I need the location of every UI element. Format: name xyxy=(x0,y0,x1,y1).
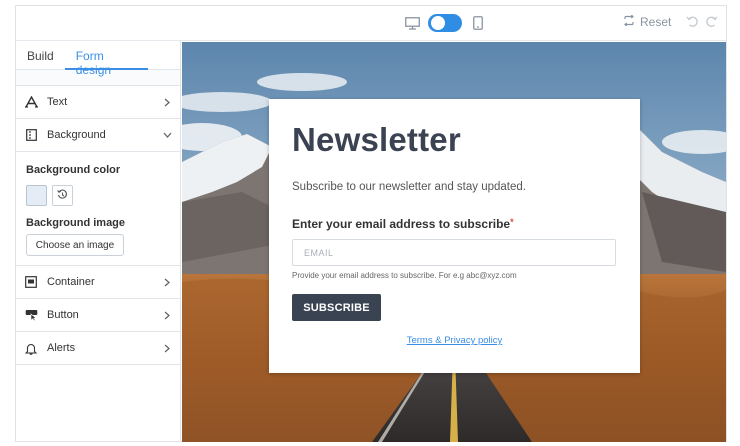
device-switcher xyxy=(404,12,486,34)
chevron-down-icon xyxy=(162,130,172,140)
chevron-right-icon xyxy=(162,343,172,353)
undo-redo-group xyxy=(686,15,718,33)
background-settings-panel: Background color Background image Choose… xyxy=(16,152,180,266)
mobile-icon[interactable] xyxy=(470,15,486,31)
terms-row: Terms & Privacy policy xyxy=(292,335,617,346)
subscribe-button[interactable]: SUBSCRIBE xyxy=(292,294,381,321)
choose-image-button[interactable]: Choose an image xyxy=(26,234,124,256)
sidebar-item-label: Button xyxy=(47,309,79,321)
redo-icon[interactable] xyxy=(705,15,718,33)
form-title: Newsletter xyxy=(292,121,461,158)
email-field-label: Enter your email address to subscribe* xyxy=(292,217,617,231)
chevron-right-icon xyxy=(162,277,172,287)
chevron-right-icon xyxy=(162,97,172,107)
tab-form-design[interactable]: Form design xyxy=(64,41,148,77)
undo-icon[interactable] xyxy=(686,15,699,33)
container-icon xyxy=(24,275,38,289)
background-image-heading: Background image xyxy=(26,217,126,229)
reset-button[interactable]: Reset xyxy=(623,14,672,29)
sidebar-item-text[interactable]: Text xyxy=(16,86,180,119)
settings-sidebar: Build Form design Text Background Backgr… xyxy=(16,41,181,441)
reset-label: Reset xyxy=(640,15,672,29)
color-history-button[interactable] xyxy=(52,185,73,206)
builder-window: Reset Build Form design Text Background … xyxy=(15,5,727,442)
toggle-knob xyxy=(431,16,445,30)
sidebar-item-button[interactable]: Button xyxy=(16,299,180,332)
terms-privacy-link[interactable]: Terms & Privacy policy xyxy=(407,335,503,346)
background-color-row xyxy=(26,185,170,206)
history-icon xyxy=(57,187,68,205)
bell-icon xyxy=(24,341,38,355)
email-hint: Provide your email address to subscribe.… xyxy=(292,271,517,280)
sidebar-item-label: Background xyxy=(47,129,106,141)
top-toolbar: Reset xyxy=(16,6,726,41)
sidebar-item-label: Alerts xyxy=(47,342,76,354)
background-icon xyxy=(24,128,38,142)
reset-icon xyxy=(623,14,635,29)
sidebar-item-label: Container xyxy=(47,276,95,288)
background-color-swatch[interactable] xyxy=(26,185,47,206)
sidebar-item-label: Text xyxy=(47,96,68,108)
text-icon xyxy=(24,95,38,109)
required-mark: * xyxy=(510,217,514,227)
email-input[interactable] xyxy=(292,239,616,266)
sidebar-item-container[interactable]: Container xyxy=(16,266,180,299)
preview-canvas: Newsletter Subscribe to our newsletter a… xyxy=(182,42,726,442)
background-color-heading: Background color xyxy=(26,164,121,176)
chevron-right-icon xyxy=(162,310,172,320)
email-field-label-text: Enter your email address to subscribe xyxy=(292,217,511,231)
form-subtitle: Subscribe to our newsletter and stay upd… xyxy=(292,181,526,193)
tab-build[interactable]: Build xyxy=(16,41,65,70)
button-icon xyxy=(24,308,38,322)
sidebar-item-background[interactable]: Background xyxy=(16,119,180,152)
desktop-icon[interactable] xyxy=(404,15,420,31)
newsletter-form-card: Newsletter Subscribe to our newsletter a… xyxy=(269,99,640,373)
view-toggle[interactable] xyxy=(428,14,462,32)
sidebar-item-alerts[interactable]: Alerts xyxy=(16,332,180,365)
sidebar-tabs: Build Form design xyxy=(16,41,180,77)
